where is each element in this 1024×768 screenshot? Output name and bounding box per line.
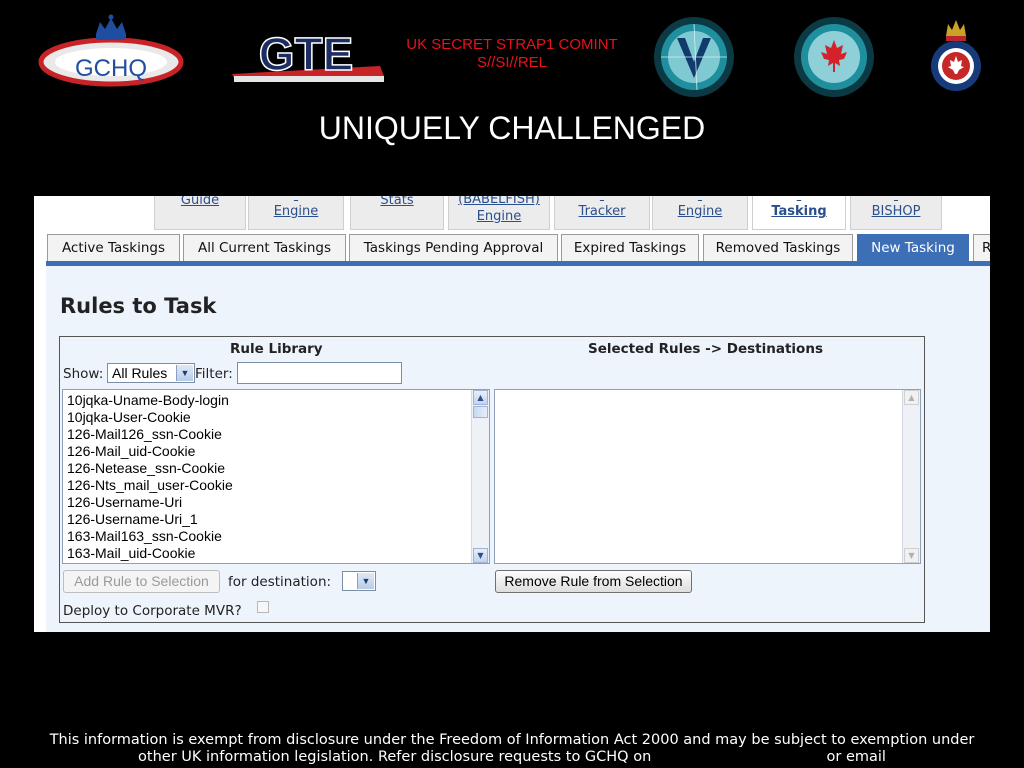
rule-library-item[interactable]: 126-Netease_ssn-Cookie [67, 460, 489, 477]
scroll-down-icon[interactable]: ▼ [904, 548, 919, 563]
remove-rule-button[interactable]: Remove Rule from Selection [495, 570, 692, 593]
top-tab-guide[interactable]: Guide [154, 196, 246, 230]
rule-library-header: Rule Library [230, 341, 323, 357]
top-tab-tasking[interactable]: Tasking [752, 196, 846, 230]
gchq-logo: GCHQ [38, 14, 184, 88]
top-tab-engine-2-label: Engine [677, 204, 723, 219]
top-tab-stats-label: Stats [380, 196, 414, 208]
rule-library-item[interactable]: 10jqka-User-Cookie [67, 409, 489, 426]
classification-banner: UK SECRET STRAP1 COMINT S//SI//REL [380, 36, 644, 72]
top-tab-babelfish-label: (BABELFISH) [458, 196, 540, 207]
tab-all-current-taskings[interactable]: All Current Taskings [183, 234, 346, 261]
selected-rules-list[interactable]: ▲ ▼ [494, 389, 921, 564]
rule-library-item[interactable]: 10jqka-Uname-Body-login [67, 392, 489, 409]
show-select[interactable]: All Rules ▼ [107, 363, 195, 383]
chevron-down-icon: ▼ [357, 573, 374, 589]
rule-library-item[interactable]: 126-Username-Uri [67, 494, 489, 511]
classification-line-1: UK SECRET STRAP1 COMINT [406, 36, 618, 53]
top-tab-bishop[interactable]: BISHOP [850, 196, 942, 230]
scroll-up-icon[interactable]: ▲ [904, 390, 919, 405]
gte-logo: GTE [230, 26, 386, 84]
svg-text:GTE: GTE [259, 28, 354, 80]
filter-input[interactable] [237, 362, 402, 384]
top-tab-tasking-label: Tasking [771, 204, 827, 219]
selected-rules-header: Selected Rules -> Destinations [588, 341, 823, 357]
show-select-value: All Rules [112, 365, 168, 381]
filter-label: Filter: [195, 366, 233, 382]
destination-label: for destination: [228, 574, 332, 590]
top-tab-bishop-label: BISHOP [871, 204, 921, 219]
selected-rules-scrollbar[interactable]: ▲ ▼ [902, 390, 920, 563]
top-tab-stats[interactable]: Stats [350, 196, 444, 230]
scroll-down-icon[interactable]: ▼ [473, 548, 488, 563]
top-tab-tracker-label: Tracker [578, 204, 626, 219]
top-tab-engine-1-label: Engine [273, 204, 319, 219]
top-tab-babelfish-engine-label: Engine [476, 209, 522, 224]
tab-active-taskings[interactable]: Active Taskings [47, 234, 180, 261]
add-rule-button[interactable]: Add Rule to Selection [63, 570, 220, 593]
rule-library-item[interactable]: 126-Mail126_ssn-Cookie [67, 426, 489, 443]
show-label: Show: [63, 366, 104, 382]
slide-title: UNIQUELY CHALLENGED [318, 110, 706, 146]
tab-new-tasking[interactable]: New Tasking [857, 234, 969, 261]
rule-library-item[interactable]: 126-Mail_uid-Cookie [67, 443, 489, 460]
tab-taskings-pending-approval[interactable]: Taskings Pending Approval [349, 234, 558, 261]
global-access-v-seal [653, 16, 735, 98]
tab-clipped[interactable]: R [973, 234, 990, 261]
top-tab-line-1 [653, 196, 747, 204]
rule-library-list[interactable]: 10jqka-Uname-Body-login 10jqka-User-Cooki… [62, 389, 490, 564]
foi-disclaimer: This information is exempt from disclosu… [0, 732, 1024, 766]
disclaimer-line-2-end: or email [826, 749, 886, 765]
deploy-checkbox[interactable] [257, 601, 269, 613]
top-tab-line-1 [555, 196, 649, 204]
top-tab-line-1 [851, 196, 941, 204]
deploy-label: Deploy to Corporate MVR? [63, 603, 242, 619]
top-tab-engine-2[interactable]: Engine [652, 196, 748, 230]
royal-crest-badge [928, 18, 984, 94]
disclaimer-line-2-start: other UK information legislation. Refer … [138, 749, 652, 765]
chevron-down-icon: ▼ [176, 365, 193, 381]
rule-library-item[interactable]: 126-Nts_mail_user-Cookie [67, 477, 489, 494]
rules-selection-panel: Rule Library Selected Rules -> Destinati… [59, 336, 925, 623]
tasking-app-screenshot: Guide Engine Stats (BABELFISH) Engine Tr… [34, 196, 990, 632]
disclaimer-line-1: This information is exempt from disclosu… [49, 732, 975, 748]
classification-line-2: S//SI//REL [476, 54, 548, 71]
scroll-thumb[interactable] [473, 406, 488, 418]
scroll-up-icon[interactable]: ▲ [473, 390, 488, 405]
tab-expired-taskings[interactable]: Expired Taskings [561, 234, 699, 261]
new-tasking-content: Rules to Task Rule Library Selected Rule… [46, 266, 990, 632]
top-tab-engine-1[interactable]: Engine [248, 196, 344, 230]
rule-library-item[interactable]: 163-Mail163_ssn-Cookie [67, 528, 489, 545]
rule-library-scrollbar[interactable]: ▲ ▼ [471, 390, 489, 563]
top-tab-line-1 [753, 196, 845, 204]
top-tab-tracker[interactable]: Tracker [554, 196, 650, 230]
global-access-maple-seal [793, 16, 875, 98]
rules-to-task-heading: Rules to Task [60, 294, 217, 318]
rule-library-items: 10jqka-Uname-Body-login 10jqka-User-Cooki… [63, 390, 489, 562]
svg-text:GCHQ: GCHQ [75, 55, 147, 82]
destination-select[interactable]: ▼ [342, 571, 376, 591]
disclaimer-line-2: other UK information legislation. Refer … [0, 749, 1024, 766]
top-tab-babelfish[interactable]: (BABELFISH) Engine [448, 196, 550, 230]
rule-library-item[interactable]: 163-Mail_uid-Cookie [67, 545, 489, 562]
top-tab-line-1 [249, 196, 343, 204]
tab-removed-taskings[interactable]: Removed Taskings [703, 234, 853, 261]
rule-library-item[interactable]: 126-Username-Uri_1 [67, 511, 489, 528]
top-tab-guide-label: Guide [180, 196, 220, 208]
